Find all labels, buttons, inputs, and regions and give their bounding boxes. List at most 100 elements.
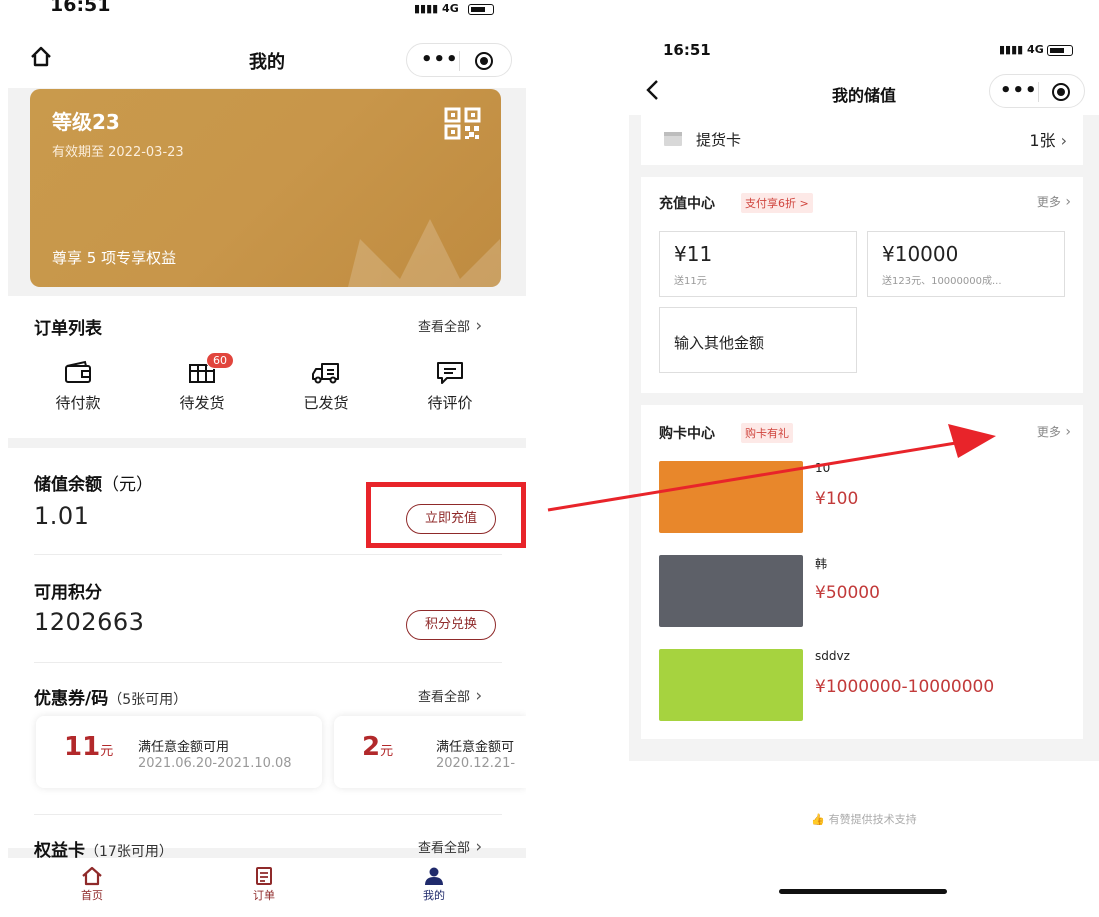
truck-icon bbox=[312, 363, 339, 384]
signal-icon: ▮▮▮▮ bbox=[414, 2, 443, 15]
pickup-card-count: 1张 bbox=[1029, 127, 1067, 151]
recharge-center-panel: 充值中心 支付享6折 > 更多 ¥11 送11元 ¥10000 送123元、10… bbox=[641, 177, 1083, 393]
recharge-amount: ¥10000 bbox=[882, 242, 959, 266]
tab-orders[interactable]: 订单 bbox=[234, 866, 294, 903]
capsule-divider bbox=[459, 51, 460, 71]
nav-bar: 我的 ••• bbox=[8, 22, 526, 88]
more-icon[interactable]: ••• bbox=[1000, 80, 1038, 101]
points-value: 1202663 bbox=[34, 608, 145, 636]
user-icon bbox=[425, 867, 443, 885]
divider bbox=[34, 554, 502, 555]
battery-icon bbox=[468, 4, 494, 15]
card-product[interactable]: 韩 ¥50000 bbox=[659, 555, 1059, 627]
order-shipped[interactable]: 已发货 bbox=[286, 360, 366, 413]
tab-label: 订单 bbox=[253, 889, 275, 902]
divider bbox=[34, 662, 502, 663]
points-label: 可用积分 bbox=[34, 583, 102, 603]
card-name: sddvz bbox=[815, 649, 850, 663]
card-name: 10 bbox=[815, 461, 831, 475]
tech-support-text: 👍 有赞提供技术支持 bbox=[811, 813, 917, 826]
comment-icon bbox=[437, 362, 463, 384]
points-exchange-button[interactable]: 积分兑换 bbox=[406, 610, 496, 640]
right-phone-screen: 16:51 ▮▮▮▮ 4G 我的储值 ••• 提货卡 1张 充值中心 支付享6折… bbox=[629, 15, 1099, 917]
card-box-icon bbox=[664, 132, 682, 146]
card-thumbnail bbox=[659, 649, 803, 721]
coupon-amount: 2元 bbox=[362, 732, 394, 762]
status-time: 16:51 bbox=[50, 0, 111, 16]
member-level-card[interactable]: 等级23 有效期至 2022-03-23 尊享 5 项专享权益 bbox=[30, 89, 501, 287]
close-miniprogram-icon[interactable] bbox=[475, 52, 493, 70]
orders-see-all-link[interactable]: 查看全部 bbox=[418, 316, 482, 336]
thumbs-up-icon: 👍 bbox=[811, 813, 829, 826]
payment-discount-tag[interactable]: 支付享6折 > bbox=[741, 193, 813, 213]
tab-mine[interactable]: 我的 bbox=[404, 866, 464, 903]
mini-program-capsule[interactable]: ••• bbox=[989, 74, 1085, 108]
recharge-more-link[interactable]: 更多 bbox=[1037, 193, 1071, 210]
custom-amount-label: 输入其他金额 bbox=[674, 334, 765, 352]
card-product[interactable]: sddvz ¥1000000-10000000 bbox=[659, 649, 1059, 721]
status-time: 16:51 bbox=[663, 41, 711, 59]
pickup-card-label: 提货卡 bbox=[696, 131, 742, 149]
tab-home[interactable]: 首页 bbox=[62, 866, 122, 903]
mini-program-capsule[interactable]: ••• bbox=[406, 43, 512, 77]
order-item-label: 待发货 bbox=[179, 394, 225, 412]
coupon-card[interactable]: 2元 满任意金额可 2020.12.21- bbox=[334, 716, 526, 788]
card-shop-panel: 购卡中心 购卡有礼 更多 10 ¥100 韩 ¥50000 sddvz ¥100… bbox=[641, 405, 1083, 739]
coupon-amount: 11元 bbox=[64, 732, 114, 762]
close-miniprogram-icon[interactable] bbox=[1052, 83, 1070, 101]
card-name: 韩 bbox=[815, 557, 828, 571]
footer: 👍 有赞提供技术支持 bbox=[629, 761, 1099, 917]
order-item-label: 已发货 bbox=[303, 394, 349, 412]
divider bbox=[34, 814, 502, 815]
order-pending-shipment[interactable]: 待发货 bbox=[162, 360, 242, 413]
coupon-dates: 2021.06.20-2021.10.08 bbox=[138, 756, 292, 771]
level-valid-date: 有效期至 2022-03-23 bbox=[52, 145, 184, 160]
order-pending-payment[interactable]: 待付款 bbox=[38, 360, 118, 413]
order-item-label: 待付款 bbox=[55, 394, 101, 412]
capsule-divider bbox=[1038, 82, 1039, 102]
home-indicator[interactable] bbox=[779, 889, 947, 894]
more-icon[interactable]: ••• bbox=[421, 49, 459, 70]
balance-label: 储值余额（元） bbox=[34, 475, 153, 495]
order-item-label: 待评价 bbox=[427, 394, 473, 412]
card-price: ¥50000 bbox=[815, 583, 880, 603]
recharge-option[interactable]: ¥10000 送123元、10000000成... bbox=[867, 231, 1065, 297]
battery-icon bbox=[1047, 45, 1073, 56]
level-benefits[interactable]: 尊享 5 项专享权益 bbox=[52, 247, 176, 268]
coupon-label: 优惠券/码（5张可用） bbox=[34, 689, 188, 709]
member-level: 等级23 bbox=[52, 110, 120, 134]
card-price: ¥1000000-10000000 bbox=[815, 677, 995, 697]
coupon-condition: 满任意金额可 bbox=[436, 740, 515, 755]
order-list-panel: 订单列表 查看全部 待付款 待发货 60 已发货 bbox=[8, 296, 526, 438]
benefit-cards-see-all-link[interactable]: 查看全部 bbox=[418, 837, 482, 857]
coupons-see-all-link[interactable]: 查看全部 bbox=[418, 686, 482, 706]
network-indicator: ▮▮▮▮ 4G bbox=[999, 43, 1044, 56]
tab-bar: 首页 订单 我的 bbox=[8, 858, 526, 917]
left-phone-screen: 16:51 ▮▮▮▮ 4G 我的 ••• 等级23 有效期至 2022-03-2… bbox=[8, 0, 526, 917]
recharge-option[interactable]: ¥11 送11元 bbox=[659, 231, 857, 297]
recharge-bonus: 送123元、10000000成... bbox=[882, 276, 1002, 287]
nav-bar: 我的储值 ••• bbox=[629, 65, 1099, 115]
card-gift-tag: 购卡有礼 bbox=[741, 423, 793, 443]
status-bar: 16:51 ▮▮▮▮ 4G bbox=[629, 15, 1099, 65]
balance-value: 1.01 bbox=[34, 502, 90, 530]
recharge-center-title: 充值中心 bbox=[659, 196, 715, 212]
order-pending-review[interactable]: 待评价 bbox=[410, 360, 490, 413]
order-list-title: 订单列表 bbox=[34, 319, 102, 339]
coupon-condition: 满任意金额可用 bbox=[138, 740, 230, 755]
card-shop-more-link[interactable]: 更多 bbox=[1037, 423, 1071, 440]
card-product[interactable]: 10 ¥100 bbox=[659, 461, 1059, 533]
custom-amount-button[interactable]: 输入其他金额 bbox=[659, 307, 857, 373]
wallet-icon bbox=[65, 360, 91, 383]
crown-watermark-icon bbox=[348, 219, 501, 287]
qr-code-icon[interactable] bbox=[444, 107, 482, 141]
pickup-card-row[interactable]: 提货卡 1张 bbox=[641, 115, 1083, 165]
recharge-bonus: 送11元 bbox=[674, 276, 707, 287]
home-icon bbox=[82, 866, 102, 886]
card-thumbnail bbox=[659, 461, 803, 533]
tab-label: 首页 bbox=[81, 889, 103, 902]
order-icon bbox=[256, 867, 272, 885]
signal-icon: ▮▮▮▮ bbox=[999, 43, 1028, 56]
coupon-card[interactable]: 11元 满任意金额可用 2021.06.20-2021.10.08 bbox=[36, 716, 322, 788]
network-indicator: ▮▮▮▮ 4G bbox=[414, 2, 459, 15]
